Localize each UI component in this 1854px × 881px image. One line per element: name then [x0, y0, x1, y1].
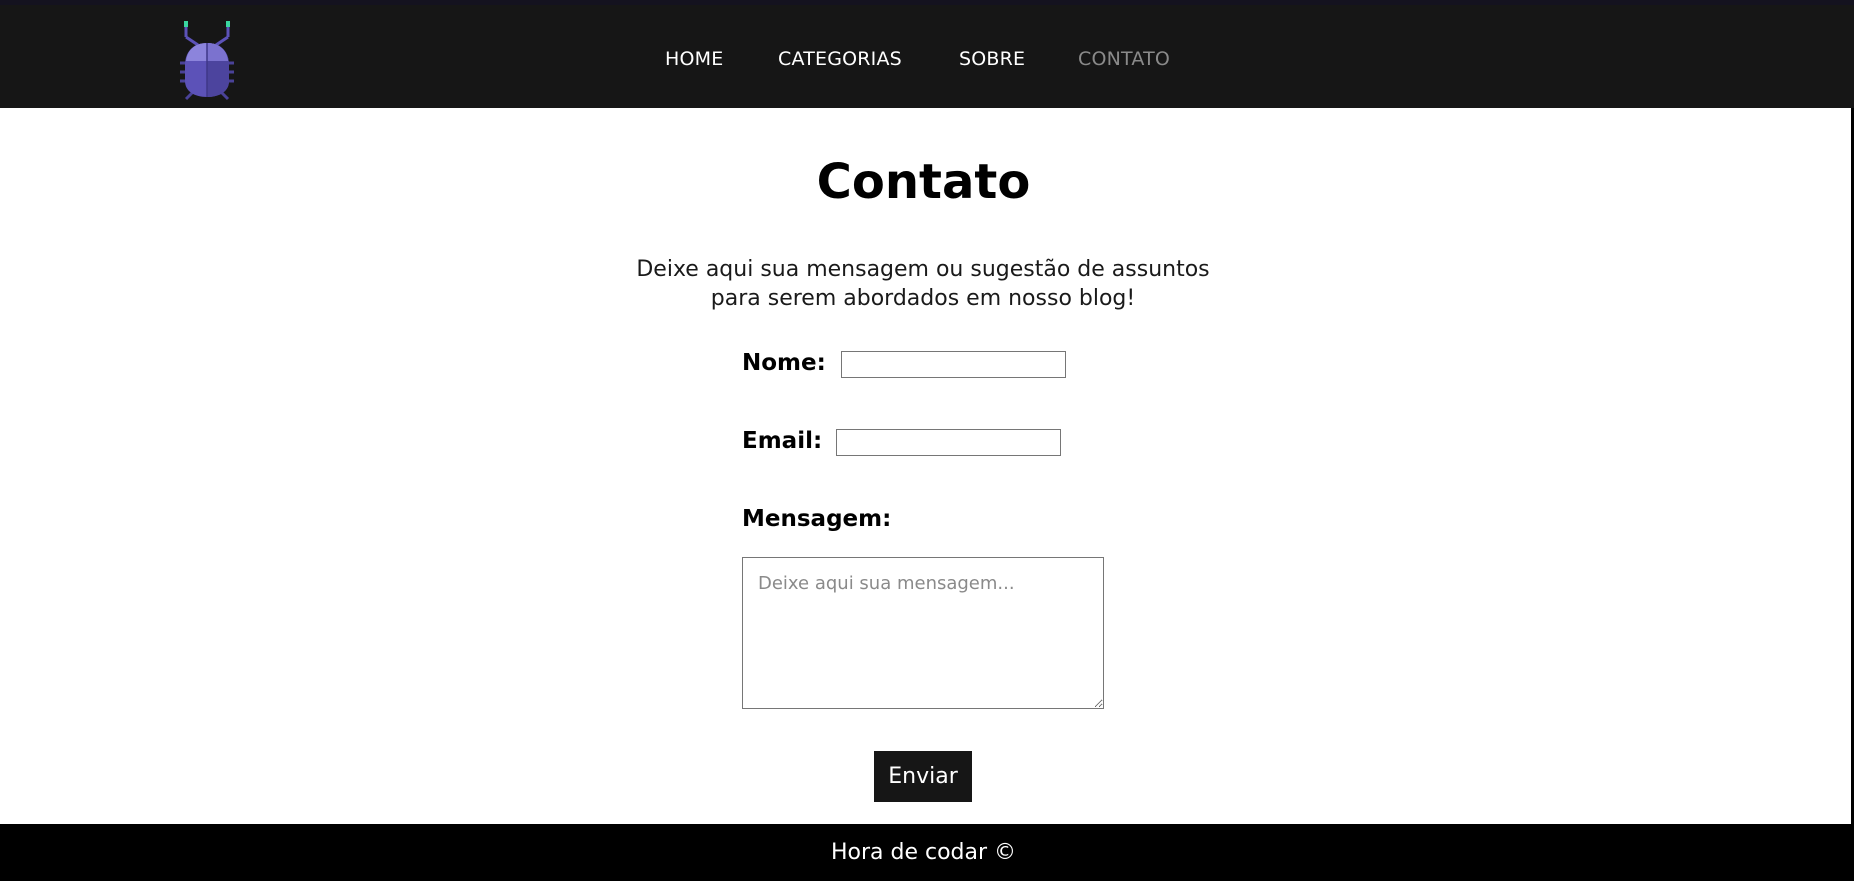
footer: Hora de codar © — [0, 824, 1854, 881]
intro-line-2: para serem abordados em nosso blog! — [710, 286, 1136, 311]
send-button[interactable]: Enviar — [874, 751, 972, 802]
name-label: Nome: — [742, 350, 826, 376]
footer-text: Hora de codar © — [830, 840, 1017, 865]
name-input[interactable] — [841, 351, 1066, 378]
navbar: HOME CATEGORIAS SOBRE CONTATO — [0, 5, 1854, 108]
intro-line-1: Deixe aqui sua mensagem ou sugestão de a… — [636, 257, 1210, 282]
email-input[interactable] — [836, 429, 1061, 456]
message-textarea[interactable] — [742, 557, 1104, 709]
intro-text: Deixe aqui sua mensagem ou sugestão de a… — [600, 255, 1246, 313]
nav-link-contato[interactable]: CONTATO — [1078, 47, 1170, 71]
main-nav: HOME CATEGORIAS SOBRE CONTATO — [0, 5, 1854, 108]
nav-link-home[interactable]: HOME — [665, 47, 723, 71]
nav-link-categorias[interactable]: CATEGORIAS — [778, 47, 902, 71]
nav-link-sobre[interactable]: SOBRE — [959, 47, 1025, 71]
page-title: Contato — [816, 154, 1031, 210]
email-label: Email: — [742, 428, 823, 454]
message-label: Mensagem: — [742, 506, 892, 532]
